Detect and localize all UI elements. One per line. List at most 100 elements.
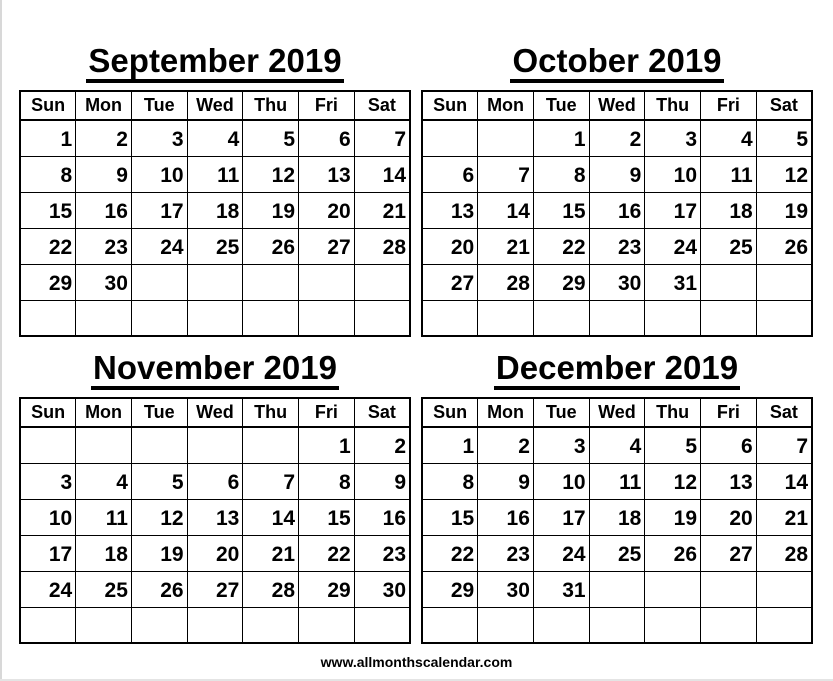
day-cell: 8	[421, 462, 479, 500]
weekday-header: Fri	[700, 397, 757, 428]
day-cell	[477, 606, 534, 644]
weekday-header: Mon	[477, 90, 534, 121]
day-cell: 17	[532, 498, 590, 536]
week-row: 15 16 17 18 19 20 21	[19, 191, 411, 229]
day-cell: 30	[477, 570, 534, 608]
day-cell	[755, 606, 813, 644]
day-cell	[588, 570, 646, 608]
week-row: 13 14 15 16 17 18 19	[421, 191, 813, 229]
week-row: 1234567	[19, 119, 411, 157]
week-row	[421, 606, 813, 644]
day-cell: 9	[353, 462, 411, 500]
week-row: 22 23 24 25 26 27 28	[421, 534, 813, 572]
day-cell: 6	[298, 119, 355, 157]
day-cell	[186, 263, 244, 301]
day-cell	[588, 299, 646, 337]
day-cell: 6	[421, 155, 479, 193]
month-title-text: December 2019	[493, 350, 741, 390]
day-cell: 14	[353, 155, 411, 193]
month-title-text: September 2019	[86, 43, 344, 83]
day-cell	[421, 606, 479, 644]
day-cell	[421, 299, 479, 337]
month-title-text: October 2019	[510, 43, 724, 83]
day-cell: 20	[186, 534, 244, 572]
day-cell: 13	[298, 155, 355, 193]
day-cell	[353, 299, 411, 337]
day-cell: 4	[700, 119, 757, 157]
day-cell: 18	[75, 534, 132, 572]
day-cell: 26	[242, 227, 300, 265]
month-grid: Sun Mon Tue Wed Thu Fri Sat 1 2 3 4 5 6 7 8 9 10 11 12 13 14…	[421, 397, 813, 644]
day-cell: 26	[130, 570, 188, 608]
day-cell: 26	[644, 534, 702, 572]
day-cell: 12	[755, 155, 813, 193]
day-cell: 6	[700, 426, 757, 464]
day-cell	[298, 299, 355, 337]
day-cell: 29	[532, 263, 590, 301]
day-cell: 28	[242, 570, 300, 608]
weekday-header: Thu	[644, 397, 702, 428]
day-cell: 16	[353, 498, 411, 536]
day-cell: 17	[19, 534, 77, 572]
month-title: October 2019	[421, 42, 813, 83]
week-row: 6 7 8 9 10 11 12	[421, 155, 813, 193]
weekday-header: Mon	[477, 397, 534, 428]
day-cell: 3	[532, 426, 590, 464]
day-cell: 13	[186, 498, 244, 536]
day-cell	[130, 606, 188, 644]
weekday-header: Fri	[298, 90, 355, 121]
day-cell	[19, 299, 77, 337]
day-cell: 14	[477, 191, 534, 229]
day-cell: 27	[421, 263, 479, 301]
weekday-header: Thu	[242, 90, 300, 121]
month-grid: Sun Mon Tue Wed Thu Fri Sat 1 2 3 4 5 6 7 8 9 10 11 12 13 14…	[421, 90, 813, 337]
day-cell: 23	[588, 227, 646, 265]
week-row: 22 23 24 25 26 27 28	[19, 227, 411, 265]
day-cell: 13	[421, 191, 479, 229]
week-row: 8 9 10 11 12 13 14	[19, 155, 411, 193]
day-cell: 23	[75, 227, 132, 265]
day-cell	[130, 426, 188, 464]
day-cell: 3	[644, 119, 702, 157]
weekday-header: Sun	[19, 397, 77, 428]
day-cell: 10	[130, 155, 188, 193]
day-cell: 24	[130, 227, 188, 265]
day-cell	[298, 263, 355, 301]
weekday-header-row: Sun Mon Tue Wed Thu Fri Sat	[19, 397, 411, 428]
day-cell: 17	[130, 191, 188, 229]
day-cell: 24	[532, 534, 590, 572]
day-cell: 30	[353, 570, 411, 608]
day-cell: 23	[353, 534, 411, 572]
week-row: 24 25 26 27 28 29 30	[19, 570, 411, 608]
day-cell: 27	[700, 534, 757, 572]
weekday-header: Sun	[421, 397, 479, 428]
day-cell: 27	[186, 570, 244, 608]
day-cell: 18	[700, 191, 757, 229]
day-cell: 8	[532, 155, 590, 193]
week-row: 27 28 29 30 31	[421, 263, 813, 301]
day-cell: 3	[130, 119, 188, 157]
day-cell: 1	[19, 119, 77, 157]
day-cell: 18	[186, 191, 244, 229]
day-cell: 19	[242, 191, 300, 229]
weekday-header: Tue	[130, 397, 188, 428]
month-grid: Sun Mon Tue Wed Thu Fri Sat 1 2 3 4 5 6 7 8 9 10 11 12 13 14…	[19, 90, 411, 337]
day-cell: 7	[477, 155, 534, 193]
day-cell	[75, 606, 132, 644]
day-cell	[532, 299, 590, 337]
day-cell: 16	[477, 498, 534, 536]
day-cell: 9	[75, 155, 132, 193]
day-cell: 25	[75, 570, 132, 608]
day-cell: 28	[755, 534, 813, 572]
day-cell: 2	[75, 119, 132, 157]
day-cell: 27	[298, 227, 355, 265]
day-cell: 31	[532, 570, 590, 608]
month-title: December 2019	[421, 349, 813, 390]
day-cell: 18	[588, 498, 646, 536]
day-cell: 19	[644, 498, 702, 536]
weekday-header: Thu	[644, 90, 702, 121]
week-row: 29 30 31	[421, 570, 813, 608]
day-cell: 21	[242, 534, 300, 572]
weekday-header: Sun	[421, 90, 479, 121]
day-cell: 9	[477, 462, 534, 500]
